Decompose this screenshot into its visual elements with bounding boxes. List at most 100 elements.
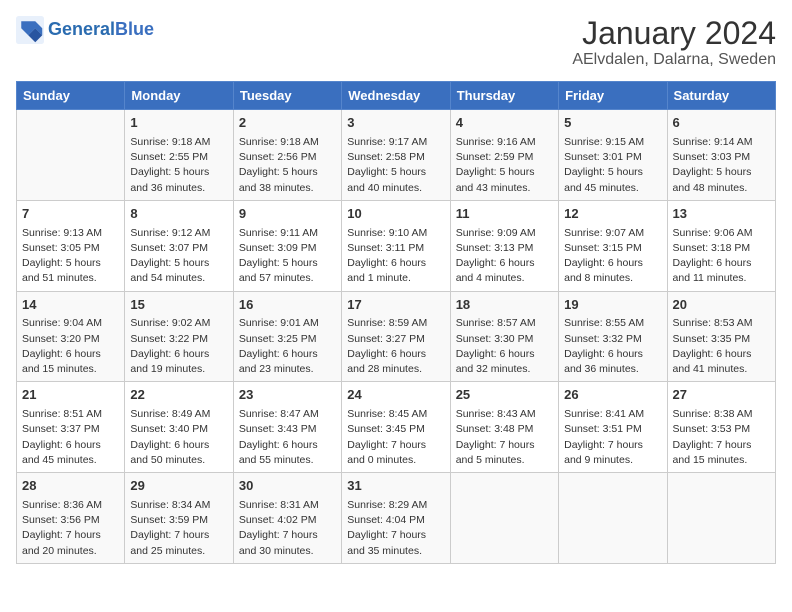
day-number: 21 bbox=[22, 386, 119, 405]
day-number: 1 bbox=[130, 114, 227, 133]
calendar-cell: 27 Sunrise: 8:38 AM Sunset: 3:53 PM Dayli… bbox=[667, 382, 775, 473]
day-info: Sunrise: 8:59 AM Sunset: 3:27 PM Dayligh… bbox=[347, 316, 444, 377]
day-info: Sunrise: 9:04 AM Sunset: 3:20 PM Dayligh… bbox=[22, 316, 119, 377]
calendar-week-row: 21 Sunrise: 8:51 AM Sunset: 3:37 PM Dayli… bbox=[17, 382, 776, 473]
calendar-cell: 9 Sunrise: 9:11 AM Sunset: 3:09 PM Daylig… bbox=[233, 200, 341, 291]
day-number: 16 bbox=[239, 296, 336, 315]
calendar-cell: 21 Sunrise: 8:51 AM Sunset: 3:37 PM Dayli… bbox=[17, 382, 125, 473]
day-info: Sunrise: 9:09 AM Sunset: 3:13 PM Dayligh… bbox=[456, 226, 553, 287]
day-info: Sunrise: 9:16 AM Sunset: 2:59 PM Dayligh… bbox=[456, 135, 553, 196]
calendar-table: SundayMondayTuesdayWednesdayThursdayFrid… bbox=[16, 81, 776, 564]
day-number: 30 bbox=[239, 477, 336, 496]
calendar-cell: 7 Sunrise: 9:13 AM Sunset: 3:05 PM Daylig… bbox=[17, 200, 125, 291]
day-info: Sunrise: 8:43 AM Sunset: 3:48 PM Dayligh… bbox=[456, 407, 553, 468]
calendar-cell: 31 Sunrise: 8:29 AM Sunset: 4:04 PM Dayli… bbox=[342, 473, 450, 564]
day-info: Sunrise: 9:18 AM Sunset: 2:55 PM Dayligh… bbox=[130, 135, 227, 196]
day-number: 2 bbox=[239, 114, 336, 133]
day-number: 13 bbox=[673, 205, 770, 224]
day-number: 12 bbox=[564, 205, 661, 224]
day-info: Sunrise: 8:55 AM Sunset: 3:32 PM Dayligh… bbox=[564, 316, 661, 377]
weekday-header: Saturday bbox=[667, 82, 775, 110]
day-info: Sunrise: 9:11 AM Sunset: 3:09 PM Dayligh… bbox=[239, 226, 336, 287]
calendar-cell: 4 Sunrise: 9:16 AM Sunset: 2:59 PM Daylig… bbox=[450, 110, 558, 201]
calendar-cell: 12Sunrise: 9:07 AM Sunset: 3:15 PM Dayli… bbox=[559, 200, 667, 291]
logo: GeneralBlue bbox=[16, 16, 154, 44]
day-info: Sunrise: 9:15 AM Sunset: 3:01 PM Dayligh… bbox=[564, 135, 661, 196]
weekday-header: Sunday bbox=[17, 82, 125, 110]
calendar-cell: 30 Sunrise: 8:31 AM Sunset: 4:02 PM Dayli… bbox=[233, 473, 341, 564]
day-info: Sunrise: 8:31 AM Sunset: 4:02 PM Dayligh… bbox=[239, 498, 336, 559]
day-info: Sunrise: 8:34 AM Sunset: 3:59 PM Dayligh… bbox=[130, 498, 227, 559]
day-number: 28 bbox=[22, 477, 119, 496]
day-number: 20 bbox=[673, 296, 770, 315]
weekday-header: Tuesday bbox=[233, 82, 341, 110]
weekday-header: Monday bbox=[125, 82, 233, 110]
day-number: 4 bbox=[456, 114, 553, 133]
weekday-header: Wednesday bbox=[342, 82, 450, 110]
calendar-week-row: 14Sunrise: 9:04 AM Sunset: 3:20 PM Dayli… bbox=[17, 291, 776, 382]
day-number: 31 bbox=[347, 477, 444, 496]
day-number: 29 bbox=[130, 477, 227, 496]
day-number: 14 bbox=[22, 296, 119, 315]
calendar-cell bbox=[450, 473, 558, 564]
day-info: Sunrise: 8:53 AM Sunset: 3:35 PM Dayligh… bbox=[673, 316, 770, 377]
weekday-header-row: SundayMondayTuesdayWednesdayThursdayFrid… bbox=[17, 82, 776, 110]
day-number: 3 bbox=[347, 114, 444, 133]
calendar-cell: 16Sunrise: 9:01 AM Sunset: 3:25 PM Dayli… bbox=[233, 291, 341, 382]
day-info: Sunrise: 8:38 AM Sunset: 3:53 PM Dayligh… bbox=[673, 407, 770, 468]
day-info: Sunrise: 9:01 AM Sunset: 3:25 PM Dayligh… bbox=[239, 316, 336, 377]
day-info: Sunrise: 8:29 AM Sunset: 4:04 PM Dayligh… bbox=[347, 498, 444, 559]
calendar-cell: 2 Sunrise: 9:18 AM Sunset: 2:56 PM Daylig… bbox=[233, 110, 341, 201]
calendar-cell: 11Sunrise: 9:09 AM Sunset: 3:13 PM Dayli… bbox=[450, 200, 558, 291]
day-info: Sunrise: 8:57 AM Sunset: 3:30 PM Dayligh… bbox=[456, 316, 553, 377]
day-number: 26 bbox=[564, 386, 661, 405]
day-number: 18 bbox=[456, 296, 553, 315]
calendar-cell: 15Sunrise: 9:02 AM Sunset: 3:22 PM Dayli… bbox=[125, 291, 233, 382]
calendar-cell: 1 Sunrise: 9:18 AM Sunset: 2:55 PM Daylig… bbox=[125, 110, 233, 201]
day-number: 15 bbox=[130, 296, 227, 315]
day-info: Sunrise: 9:06 AM Sunset: 3:18 PM Dayligh… bbox=[673, 226, 770, 287]
calendar-cell: 19Sunrise: 8:55 AM Sunset: 3:32 PM Dayli… bbox=[559, 291, 667, 382]
day-number: 25 bbox=[456, 386, 553, 405]
day-info: Sunrise: 8:49 AM Sunset: 3:40 PM Dayligh… bbox=[130, 407, 227, 468]
logo-text: GeneralBlue bbox=[48, 20, 154, 40]
day-number: 17 bbox=[347, 296, 444, 315]
weekday-header: Friday bbox=[559, 82, 667, 110]
day-number: 9 bbox=[239, 205, 336, 224]
calendar-week-row: 28Sunrise: 8:36 AM Sunset: 3:56 PM Dayli… bbox=[17, 473, 776, 564]
day-number: 23 bbox=[239, 386, 336, 405]
day-info: Sunrise: 9:13 AM Sunset: 3:05 PM Dayligh… bbox=[22, 226, 119, 287]
calendar-cell bbox=[667, 473, 775, 564]
day-info: Sunrise: 9:18 AM Sunset: 2:56 PM Dayligh… bbox=[239, 135, 336, 196]
calendar-title: January 2024 bbox=[572, 16, 776, 51]
day-info: Sunrise: 8:41 AM Sunset: 3:51 PM Dayligh… bbox=[564, 407, 661, 468]
day-info: Sunrise: 8:51 AM Sunset: 3:37 PM Dayligh… bbox=[22, 407, 119, 468]
calendar-cell: 14Sunrise: 9:04 AM Sunset: 3:20 PM Dayli… bbox=[17, 291, 125, 382]
day-info: Sunrise: 9:17 AM Sunset: 2:58 PM Dayligh… bbox=[347, 135, 444, 196]
day-info: Sunrise: 8:45 AM Sunset: 3:45 PM Dayligh… bbox=[347, 407, 444, 468]
day-number: 10 bbox=[347, 205, 444, 224]
calendar-cell: 17Sunrise: 8:59 AM Sunset: 3:27 PM Dayli… bbox=[342, 291, 450, 382]
day-info: Sunrise: 9:14 AM Sunset: 3:03 PM Dayligh… bbox=[673, 135, 770, 196]
calendar-cell: 29 Sunrise: 8:34 AM Sunset: 3:59 PM Dayli… bbox=[125, 473, 233, 564]
day-number: 7 bbox=[22, 205, 119, 224]
calendar-cell: 13 Sunrise: 9:06 AM Sunset: 3:18 PM Dayli… bbox=[667, 200, 775, 291]
calendar-cell: 22Sunrise: 8:49 AM Sunset: 3:40 PM Dayli… bbox=[125, 382, 233, 473]
calendar-week-row: 7 Sunrise: 9:13 AM Sunset: 3:05 PM Daylig… bbox=[17, 200, 776, 291]
calendar-cell: 8 Sunrise: 9:12 AM Sunset: 3:07 PM Daylig… bbox=[125, 200, 233, 291]
day-number: 5 bbox=[564, 114, 661, 133]
calendar-cell: 6Sunrise: 9:14 AM Sunset: 3:03 PM Daylig… bbox=[667, 110, 775, 201]
day-number: 19 bbox=[564, 296, 661, 315]
calendar-cell: 3 Sunrise: 9:17 AM Sunset: 2:58 PM Daylig… bbox=[342, 110, 450, 201]
calendar-cell: 18Sunrise: 8:57 AM Sunset: 3:30 PM Dayli… bbox=[450, 291, 558, 382]
day-number: 27 bbox=[673, 386, 770, 405]
page-header: GeneralBlue January 2024 AElvdalen, Dala… bbox=[16, 16, 776, 69]
calendar-cell: 26 Sunrise: 8:41 AM Sunset: 3:51 PM Dayli… bbox=[559, 382, 667, 473]
day-info: Sunrise: 9:12 AM Sunset: 3:07 PM Dayligh… bbox=[130, 226, 227, 287]
calendar-cell bbox=[559, 473, 667, 564]
logo-icon bbox=[16, 16, 44, 44]
calendar-subtitle: AElvdalen, Dalarna, Sweden bbox=[572, 51, 776, 69]
calendar-cell: 5 Sunrise: 9:15 AM Sunset: 3:01 PM Daylig… bbox=[559, 110, 667, 201]
calendar-cell: 20Sunrise: 8:53 AM Sunset: 3:35 PM Dayli… bbox=[667, 291, 775, 382]
day-number: 8 bbox=[130, 205, 227, 224]
